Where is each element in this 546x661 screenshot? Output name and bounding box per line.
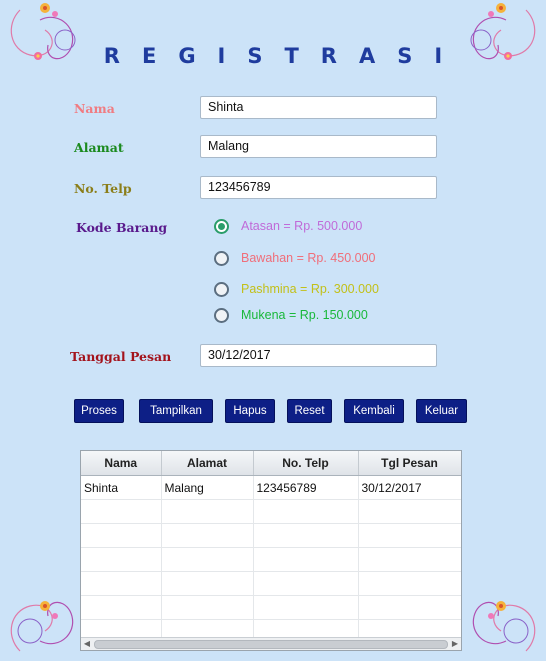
tampilkan-button[interactable]: Tampilkan [139, 399, 213, 423]
column-header-alamat[interactable]: Alamat [161, 451, 254, 476]
table-cell: Malang [161, 475, 254, 500]
proses-button[interactable]: Proses [74, 399, 124, 423]
horizontal-scrollbar[interactable]: ◀ ▶ [81, 637, 461, 650]
table-row-empty[interactable] [81, 571, 461, 596]
radio-bawahan-label[interactable]: Bawahan = Rp. 450.000 [241, 251, 375, 265]
table-row-empty[interactable] [81, 523, 461, 548]
scroll-right-icon[interactable]: ▶ [449, 638, 461, 650]
hapus-button[interactable]: Hapus [225, 399, 275, 423]
table-cell: 123456789 [253, 475, 359, 500]
column-header-no-telp[interactable]: No. Telp [253, 451, 359, 476]
page-title: REGISTRASI [103, 44, 465, 68]
telp-field[interactable]: 123456789 [200, 176, 437, 199]
table-row-empty[interactable] [81, 547, 461, 572]
column-header-nama[interactable]: Nama [81, 451, 162, 476]
radio-atasan-label[interactable]: Atasan = Rp. 500.000 [241, 219, 362, 233]
tanggal-pesan-field[interactable]: 30/12/2017 [200, 344, 437, 367]
tanggal-pesan-label: Tanggal Pesan [70, 349, 172, 364]
data-table[interactable]: Nama Alamat No. Telp Tgl Pesan Shinta Ma… [80, 450, 462, 651]
column-header-tgl-pesan[interactable]: Tgl Pesan [358, 451, 461, 476]
scroll-left-icon[interactable]: ◀ [81, 638, 93, 650]
keluar-button[interactable]: Keluar [416, 399, 467, 423]
radio-bawahan[interactable] [214, 251, 229, 266]
nama-label: Nama [74, 101, 115, 116]
radio-pashmina-label[interactable]: Pashmina = Rp. 300.000 [241, 282, 379, 296]
scrollbar-thumb[interactable] [94, 640, 448, 649]
nama-field[interactable]: Shinta [200, 96, 437, 119]
radio-pashmina[interactable] [214, 282, 229, 297]
radio-atasan[interactable] [214, 219, 229, 234]
kembali-button[interactable]: Kembali [344, 399, 404, 423]
alamat-field[interactable]: Malang [200, 135, 437, 158]
kode-barang-label: Kode Barang [76, 220, 168, 235]
radio-mukena[interactable] [214, 308, 229, 323]
table-header-row: Nama Alamat No. Telp Tgl Pesan [81, 451, 461, 476]
flower-decoration-bottom-left [10, 601, 74, 652]
radio-mukena-label[interactable]: Mukena = Rp. 150.000 [241, 308, 368, 322]
table-row-empty[interactable] [81, 595, 461, 620]
table-cell: Shinta [81, 475, 162, 500]
alamat-label: Alamat [74, 140, 124, 155]
flower-decoration-bottom-right [472, 601, 536, 652]
table-row-empty[interactable] [81, 499, 461, 524]
reset-button[interactable]: Reset [287, 399, 332, 423]
telp-label: No. Telp [74, 181, 132, 196]
table-cell: 30/12/2017 [358, 475, 461, 500]
table-row[interactable]: Shinta Malang 123456789 30/12/2017 [81, 475, 461, 500]
